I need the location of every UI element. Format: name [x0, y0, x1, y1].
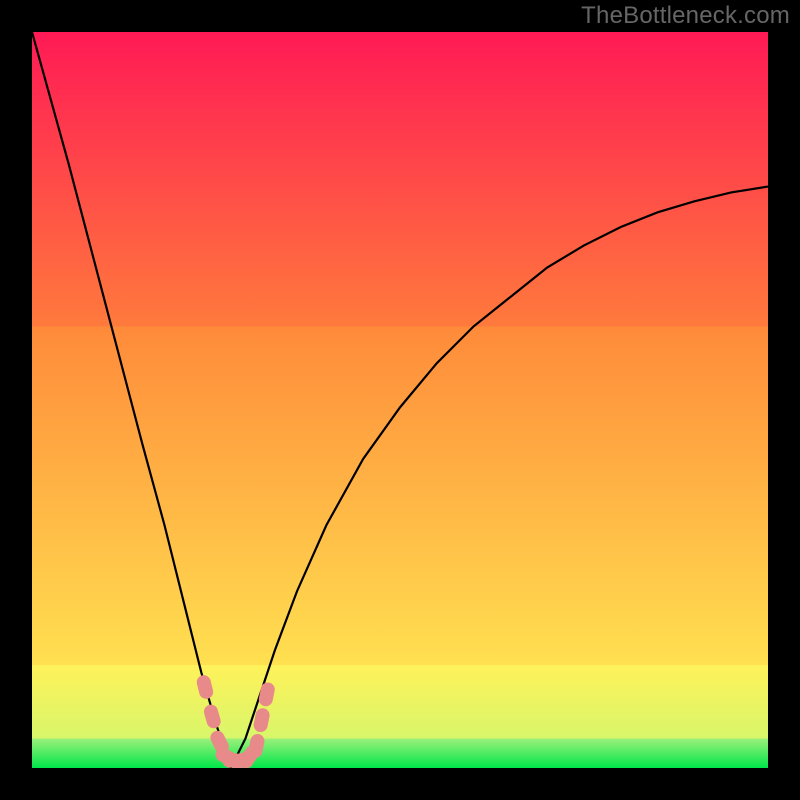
- watermark-text: TheBottleneck.com: [581, 2, 790, 30]
- gradient-background: [32, 32, 768, 768]
- bottleneck-chart: [32, 32, 768, 768]
- chart-frame: TheBottleneck.com: [0, 0, 800, 800]
